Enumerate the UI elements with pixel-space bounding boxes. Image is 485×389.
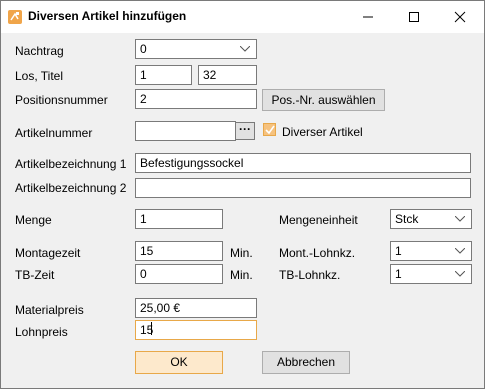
titel-input[interactable]: 32 [198, 65, 257, 85]
titel-value: 32 [203, 68, 217, 82]
min-unit-label: Min. [230, 268, 253, 282]
lohnpreis-input[interactable]: 15 [135, 320, 257, 340]
mont-lohnkz-label: Mont.-Lohnkz. [279, 246, 356, 260]
materialpreis-value: 25,00 € [140, 301, 181, 315]
materialpreis-input[interactable]: 25,00 € [135, 298, 257, 318]
title-bar[interactable]: Diversen Artikel hinzufügen [1, 1, 484, 33]
positionsnummer-label: Positionsnummer [15, 93, 108, 107]
chevron-down-icon [455, 216, 465, 222]
mengeneinheit-label: Mengeneinheit [279, 213, 358, 227]
chevron-down-icon [455, 248, 465, 254]
maximize-icon [409, 12, 419, 22]
menge-value: 1 [140, 212, 147, 226]
montagezeit-input[interactable]: 15 [135, 241, 223, 261]
diverser-artikel-checkbox[interactable] [263, 123, 276, 136]
los-input[interactable]: 1 [135, 65, 192, 85]
close-button[interactable] [438, 1, 484, 33]
ok-button[interactable]: OK [135, 351, 223, 374]
tb-zeit-label: TB-Zeit [15, 268, 55, 282]
positionsnummer-input[interactable]: 2 [135, 89, 257, 109]
text-cursor [151, 322, 152, 335]
browse-button[interactable]: ··· [235, 122, 255, 140]
nachtrag-select[interactable]: 0 [135, 39, 257, 59]
positionsnummer-value: 2 [140, 92, 147, 106]
artikelbezeichnung1-input[interactable]: Befestigungssockel [135, 153, 471, 173]
mont-lohnkz-value: 1 [395, 244, 402, 258]
lohnpreis-label: Lohnpreis [15, 325, 68, 339]
maximize-button[interactable] [392, 1, 438, 33]
tb-zeit-input[interactable]: 0 [135, 264, 223, 284]
cancel-button[interactable]: Abbrechen [262, 351, 350, 374]
tb-lohnkz-value: 1 [395, 267, 402, 281]
min-unit-label: Min. [230, 246, 253, 260]
materialpreis-label: Materialpreis [15, 303, 84, 317]
montagezeit-label: Montagezeit [15, 246, 81, 260]
chevron-down-icon [455, 271, 465, 277]
mengeneinheit-value: Stck [395, 212, 419, 226]
menge-label: Menge [15, 213, 52, 227]
los-titel-label: Los, Titel [15, 69, 64, 83]
tb-zeit-value: 0 [140, 267, 147, 281]
artikelbezeichnung1-value: Befestigungssockel [140, 156, 244, 170]
artikelbezeichnung2-input[interactable] [135, 178, 471, 198]
mont-lohnkz-select[interactable]: 1 [390, 241, 472, 261]
los-value: 1 [140, 68, 147, 82]
artikelbezeichnung2-label: Artikelbezeichnung 2 [15, 181, 127, 195]
tb-lohnkz-label: TB-Lohnkz. [279, 268, 341, 282]
chevron-down-icon [240, 46, 250, 52]
dialog-window: Diversen Artikel hinzufügen Nachtrag 0 L… [0, 0, 485, 389]
diverser-artikel-label: Diverser Artikel [282, 125, 363, 139]
mengeneinheit-select[interactable]: Stck [390, 209, 472, 229]
check-icon [265, 125, 275, 135]
minimize-icon [363, 16, 373, 18]
close-icon [454, 11, 466, 23]
tb-lohnkz-select[interactable]: 1 [390, 264, 472, 284]
pos-nr-select-button[interactable]: Pos.-Nr. auswählen [262, 89, 385, 111]
app-icon [8, 10, 22, 24]
nachtrag-label: Nachtrag [15, 44, 64, 58]
nachtrag-value: 0 [140, 42, 147, 56]
artikelnummer-input[interactable] [135, 121, 236, 141]
artikelbezeichnung1-label: Artikelbezeichnung 1 [15, 157, 127, 171]
menge-input[interactable]: 1 [135, 209, 223, 229]
minimize-button[interactable] [346, 1, 392, 33]
montagezeit-value: 15 [140, 244, 154, 258]
artikelnummer-label: Artikelnummer [15, 126, 93, 140]
window-title: Diversen Artikel hinzufügen [28, 9, 187, 23]
